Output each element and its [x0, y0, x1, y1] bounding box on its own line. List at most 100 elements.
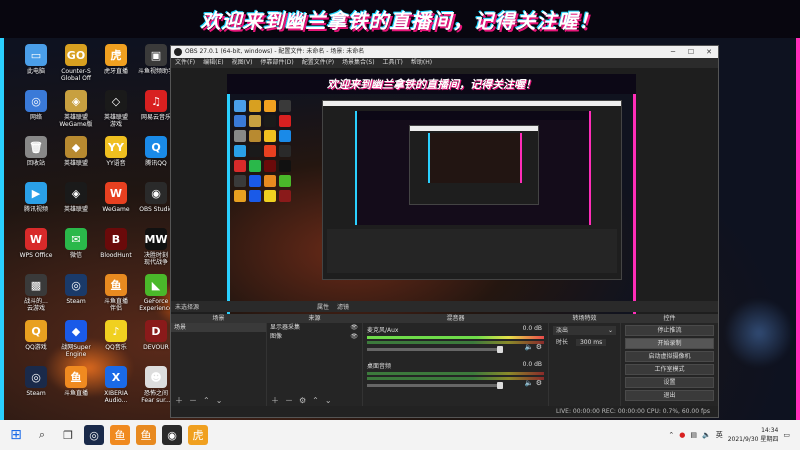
transitions-header: 转场特效	[549, 314, 620, 323]
input-language[interactable]: 英	[716, 430, 723, 440]
desktop-icon[interactable]: ◇ 英雄联盟 游戏	[94, 88, 138, 134]
volume-fader[interactable]	[367, 346, 503, 353]
menu-scene-collection[interactable]: 场景集合(S)	[342, 58, 375, 68]
windows-start-icon[interactable]: ⊞	[6, 425, 26, 445]
app-icon: ✉	[65, 228, 87, 250]
desktop-icon[interactable]: ♪ QQ音乐	[94, 318, 138, 364]
app-icon: ◣	[145, 274, 167, 296]
transition-select[interactable]: 淡出 ⌄	[553, 326, 616, 335]
menu-tools[interactable]: 工具(T)	[383, 58, 403, 68]
track-icons: 🔈 ⚙	[525, 343, 542, 351]
obs-logo-icon	[174, 48, 182, 56]
menu-help[interactable]: 帮助(H)	[411, 58, 432, 68]
desktop-icon[interactable]: ◆ 战网Super Engine	[54, 318, 98, 364]
huya-taskbar-icon[interactable]: 虎	[188, 425, 208, 445]
app-icon: MW	[144, 228, 168, 250]
add-icon[interactable]: ＋	[271, 396, 279, 406]
app-icon: Q	[25, 320, 47, 342]
obs-title-text: OBS 27.0.1 (64-bit, windows) - 配置文件: 未命名…	[185, 48, 365, 55]
app-icon: D	[145, 320, 167, 342]
maximize-icon[interactable]: ☐	[682, 46, 700, 58]
scenes-header: 场景	[171, 314, 266, 323]
obs-taskbar-icon[interactable]: ◉	[162, 425, 182, 445]
network-icon[interactable]: ▤	[690, 431, 697, 439]
volume-fader[interactable]	[367, 382, 503, 389]
desktop-icon[interactable]: W WPS Office	[14, 226, 58, 272]
fader-knob[interactable]	[496, 346, 503, 353]
desktop-icon[interactable]: W WeGame	[94, 180, 138, 226]
exit-button[interactable]: 退出	[625, 390, 714, 401]
preview-desktop	[227, 94, 636, 319]
speaker-icon[interactable]: 🔈	[525, 379, 534, 387]
app-icon: ▣	[145, 44, 167, 66]
taskbar: ⊞ ⌕ ❐ ◎ 鱼 鱼 ◉ 虎 ⌃ ● ▤ 🔈 英 14:34 2021/9/3…	[0, 420, 800, 450]
douyu-taskbar-icon[interactable]: 鱼	[110, 425, 130, 445]
sources-header: 来源	[267, 314, 362, 323]
gear-icon[interactable]: ⚙	[536, 343, 542, 351]
desktop-icon[interactable]: ◈ 英雄联盟	[54, 180, 98, 226]
down-icon[interactable]: ⌄	[216, 396, 223, 406]
up-icon[interactable]: ⌃	[203, 396, 210, 406]
fader-knob[interactable]	[496, 382, 503, 389]
volume-icon[interactable]: 🔈	[702, 431, 711, 439]
minimize-icon[interactable]: ─	[664, 46, 682, 58]
gear-icon[interactable]: ⚙	[536, 379, 542, 387]
menu-file[interactable]: 文件(F)	[175, 58, 195, 68]
search-icon[interactable]: ⌕	[32, 425, 52, 445]
duration-input[interactable]: 300 ms	[575, 339, 607, 346]
notification-icon[interactable]: ▭	[783, 431, 790, 439]
app-tray-icon[interactable]: ●	[679, 431, 685, 439]
remove-icon[interactable]: －	[189, 396, 197, 406]
eye-icon[interactable]: 👁	[350, 332, 358, 341]
desktop-icon[interactable]: ✉ 微信	[54, 226, 98, 272]
filters-button[interactable]: 滤镜	[337, 302, 349, 311]
up-icon[interactable]: ⌃	[312, 396, 319, 406]
preview-banner: 欢迎来到幽兰拿铁的直播间，记得关注喔！	[227, 74, 636, 94]
virtual-camera-button[interactable]: 启动虚拟摄像机	[625, 351, 714, 362]
obs-window[interactable]: OBS 27.0.1 (64-bit, windows) - 配置文件: 未命名…	[170, 45, 719, 418]
desktop-icon[interactable]: 🗑 回收站	[14, 134, 58, 180]
menu-profile[interactable]: 配置文件(P)	[302, 58, 334, 68]
douyu-companion-taskbar-icon[interactable]: 鱼	[136, 425, 156, 445]
studio-mode-button[interactable]: 工作室模式	[625, 364, 714, 375]
transitions-dock: 转场特效 淡出 ⌄ 时长 300 ms	[549, 314, 621, 406]
menu-edit[interactable]: 编辑(E)	[203, 58, 223, 68]
obs-preview[interactable]: 欢迎来到幽兰拿铁的直播间，记得关注喔！	[227, 74, 636, 319]
source-item-image[interactable]: 图像 👁	[267, 332, 362, 341]
eye-icon[interactable]: 👁	[350, 323, 358, 332]
remove-icon[interactable]: －	[285, 396, 293, 406]
stream-banner: 欢迎来到幽兰拿铁的直播间，记得关注喔！	[0, 0, 800, 38]
scene-item[interactable]: 场景	[171, 323, 266, 332]
clock[interactable]: 14:34 2021/9/30 星期四	[728, 426, 779, 444]
start-recording-button[interactable]: 开始录制	[625, 338, 714, 349]
obs-titlebar[interactable]: OBS 27.0.1 (64-bit, windows) - 配置文件: 未命名…	[171, 46, 718, 58]
menu-view[interactable]: 视图(V)	[232, 58, 253, 68]
desktop-icon[interactable]: GO Counter-S Global Off	[54, 42, 98, 88]
down-icon[interactable]: ⌄	[325, 396, 332, 406]
settings-button[interactable]: 设置	[625, 377, 714, 388]
stop-streaming-button[interactable]: 停止推流	[625, 325, 714, 336]
obs-statusbar: LIVE: 00:00:00 REC: 00:00:00 CPU: 0.7%, …	[171, 406, 718, 417]
add-icon[interactable]: ＋	[175, 396, 183, 406]
desktop-icon[interactable]: YY YY语音	[94, 134, 138, 180]
steam-taskbar-icon[interactable]: ◎	[84, 425, 104, 445]
track-db: 0.0 dB	[522, 325, 542, 332]
gear-icon[interactable]: ⚙	[299, 396, 306, 406]
desktop-icon[interactable]: ▩ 战斗的... 云游戏	[14, 272, 58, 318]
speaker-icon[interactable]: 🔈	[525, 343, 534, 351]
app-icon: 🗑	[25, 136, 47, 158]
desktop-icon[interactable]: ▶ 腾讯视频	[14, 180, 58, 226]
chevron-up-icon[interactable]: ⌃	[668, 431, 674, 439]
desktop-icon[interactable]: 虎虎牙直播	[94, 42, 138, 88]
mixer-header: 混音器	[363, 314, 548, 323]
source-item-display[interactable]: 显示器采集 👁	[267, 323, 362, 332]
menu-docks[interactable]: 停靠部件(D)	[260, 58, 293, 68]
close-icon[interactable]: ✕	[700, 46, 718, 58]
sources-toolbar: ＋ － ⚙ ⌃ ⌄	[267, 396, 362, 406]
properties-button[interactable]: 属性	[317, 302, 329, 311]
desktop-icon[interactable]: ◎ Steam	[14, 364, 58, 410]
desktop-icon[interactable]: ◆ 英雄联盟	[54, 134, 98, 180]
app-icon: ◎	[25, 366, 47, 388]
task-view-icon[interactable]: ❐	[58, 425, 78, 445]
system-tray: ⌃ ● ▤ 🔈 英 14:34 2021/9/30 星期四 ▭	[668, 422, 790, 448]
